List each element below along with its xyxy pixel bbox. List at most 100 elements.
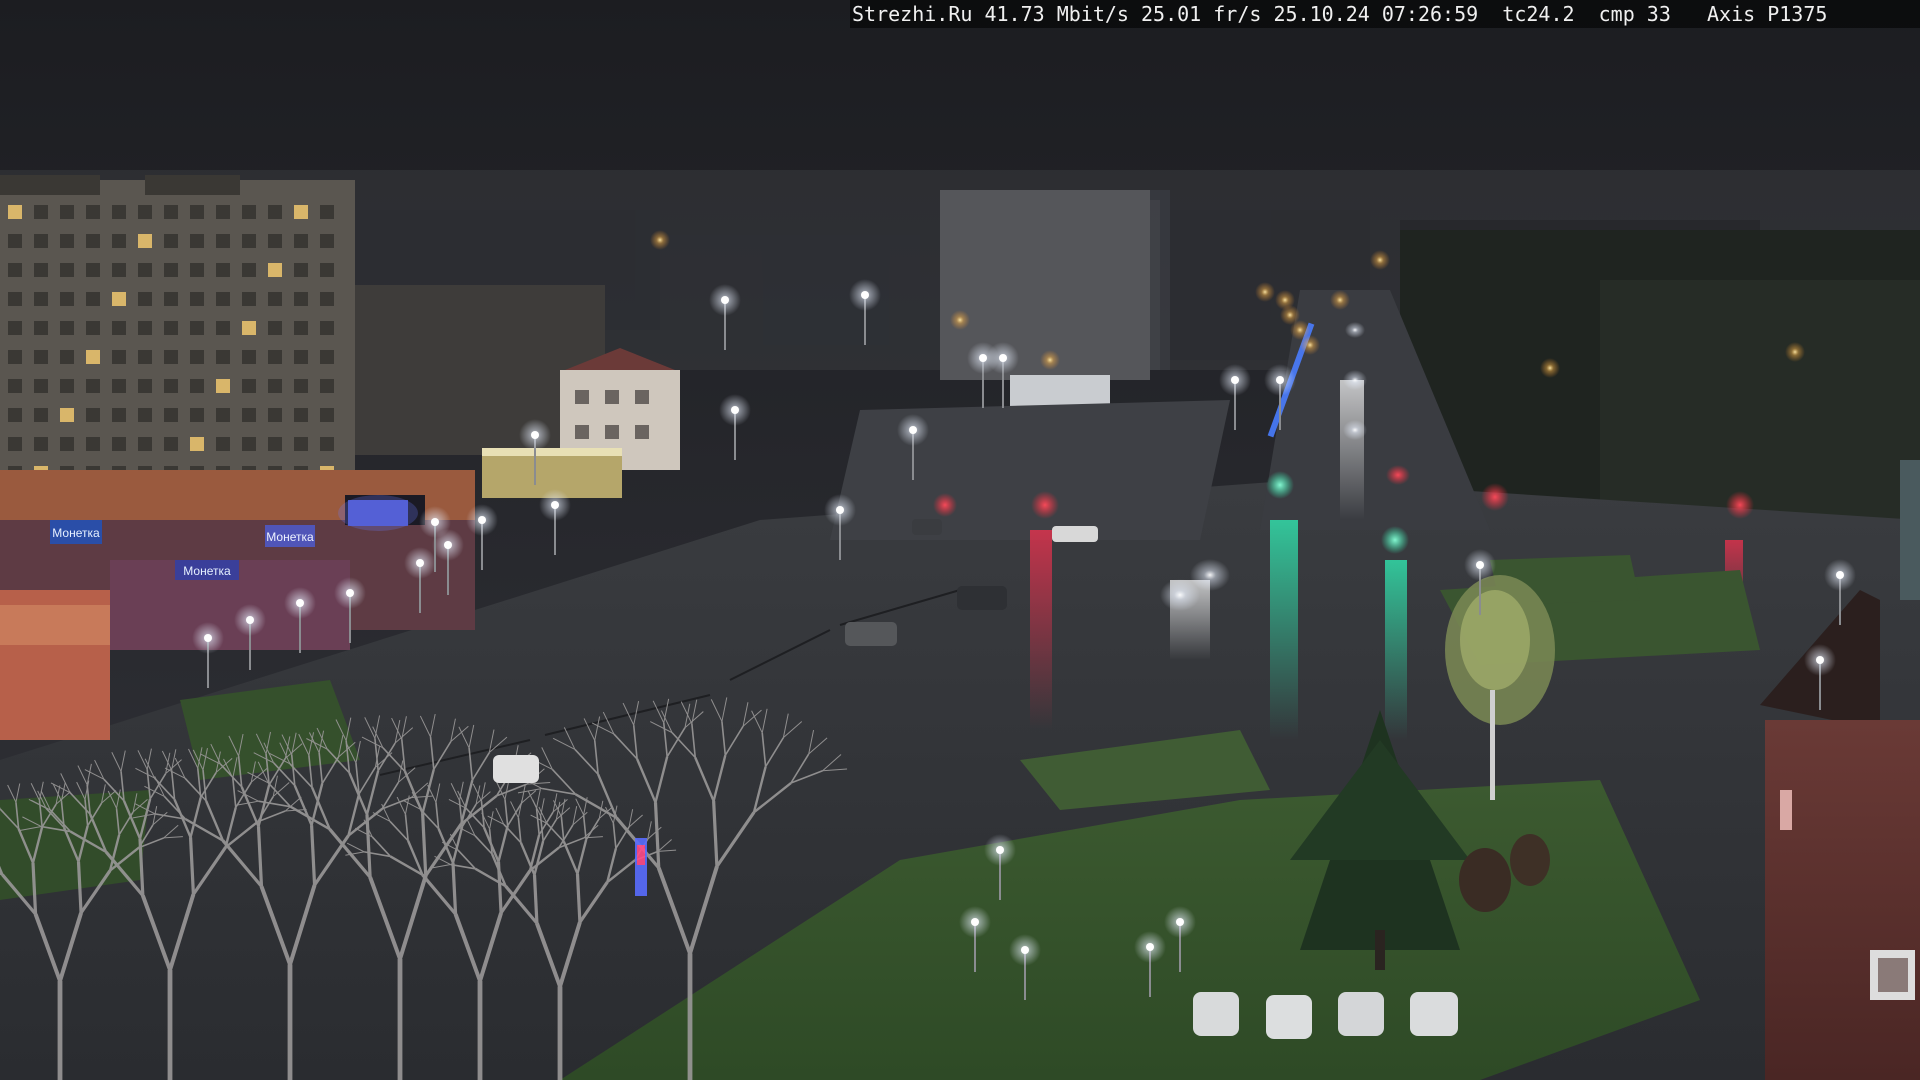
window	[294, 234, 308, 248]
window	[164, 379, 178, 393]
window	[320, 292, 334, 306]
window	[164, 205, 178, 219]
window	[268, 205, 282, 219]
window	[86, 321, 100, 335]
window	[216, 234, 230, 248]
warm-light	[1255, 282, 1275, 302]
window	[34, 234, 48, 248]
lamp-bulb	[1816, 656, 1824, 664]
window	[60, 379, 74, 393]
lamp-bulb	[971, 918, 979, 926]
window	[138, 437, 152, 451]
window	[294, 292, 308, 306]
window	[294, 321, 308, 335]
overlay-camera: Axis P1375	[1707, 2, 1828, 26]
window	[320, 350, 334, 364]
lamp-bulb	[999, 354, 1007, 362]
warm-light	[1300, 335, 1320, 355]
window	[268, 234, 282, 248]
window	[34, 408, 48, 422]
window	[320, 408, 334, 422]
window	[86, 437, 100, 451]
camera-overlay: Strezhi.Ru 41.73 Mbit/s 25.01 fr/s 25.10…	[850, 0, 1920, 28]
lamp-bulb	[431, 518, 439, 526]
window	[34, 292, 48, 306]
window	[164, 437, 178, 451]
lamp-bulb	[246, 616, 254, 624]
lamp-bulb	[204, 634, 212, 642]
warm-light	[650, 230, 670, 250]
window	[60, 350, 74, 364]
window	[190, 350, 204, 364]
lamp-bulb	[551, 501, 559, 509]
lamp-bulb	[721, 296, 729, 304]
window	[242, 205, 256, 219]
window	[216, 350, 230, 364]
window	[216, 379, 230, 393]
warm-light	[1040, 350, 1060, 370]
window	[112, 292, 126, 306]
overlay-datetime: 25.10.24 07:26:59	[1273, 2, 1479, 26]
lamp-bulb	[1476, 561, 1484, 569]
window	[86, 350, 100, 364]
window	[216, 321, 230, 335]
store-sign-2: Монетка	[183, 564, 231, 578]
lamp-bulb	[979, 354, 987, 362]
window	[294, 350, 308, 364]
window	[320, 379, 334, 393]
window	[294, 408, 308, 422]
window	[112, 408, 126, 422]
window	[320, 321, 334, 335]
warm-light	[1330, 290, 1350, 310]
window	[320, 205, 334, 219]
window	[8, 379, 22, 393]
window	[268, 379, 282, 393]
lamp-bulb	[731, 406, 739, 414]
window	[112, 205, 126, 219]
window	[242, 437, 256, 451]
camera-feed: Монетка Монетка Монетка Strezhi.Ru 41.73…	[0, 0, 1920, 1080]
store-sign-1: Монетка	[52, 526, 100, 540]
window	[242, 292, 256, 306]
lamp-bulb	[1836, 571, 1844, 579]
window	[190, 379, 204, 393]
window	[216, 408, 230, 422]
window	[242, 379, 256, 393]
warm-light	[1370, 250, 1390, 270]
window	[268, 292, 282, 306]
window	[320, 234, 334, 248]
window	[190, 234, 204, 248]
window	[294, 263, 308, 277]
lamp-bulb	[531, 431, 539, 439]
window	[216, 437, 230, 451]
window	[190, 263, 204, 277]
window	[138, 205, 152, 219]
window	[34, 263, 48, 277]
lamp-bulb	[296, 599, 304, 607]
window	[8, 408, 22, 422]
window	[164, 263, 178, 277]
window	[242, 408, 256, 422]
window	[268, 350, 282, 364]
lamp-bulb	[1231, 376, 1239, 384]
window	[112, 321, 126, 335]
lamp-bulb	[444, 541, 452, 549]
street-scene: Монетка Монетка Монетка	[0, 0, 1920, 1080]
overlay-tc: tc24.2	[1502, 2, 1575, 26]
window	[8, 321, 22, 335]
window	[112, 350, 126, 364]
window	[86, 379, 100, 393]
lamp-bulb	[478, 516, 486, 524]
window	[60, 408, 74, 422]
warm-light	[1275, 290, 1295, 310]
window	[138, 379, 152, 393]
window	[138, 408, 152, 422]
window	[190, 292, 204, 306]
lamp-bulb	[909, 426, 917, 434]
window	[34, 350, 48, 364]
window	[294, 379, 308, 393]
window	[242, 263, 256, 277]
warm-light	[1785, 342, 1805, 362]
window	[190, 408, 204, 422]
window	[8, 234, 22, 248]
